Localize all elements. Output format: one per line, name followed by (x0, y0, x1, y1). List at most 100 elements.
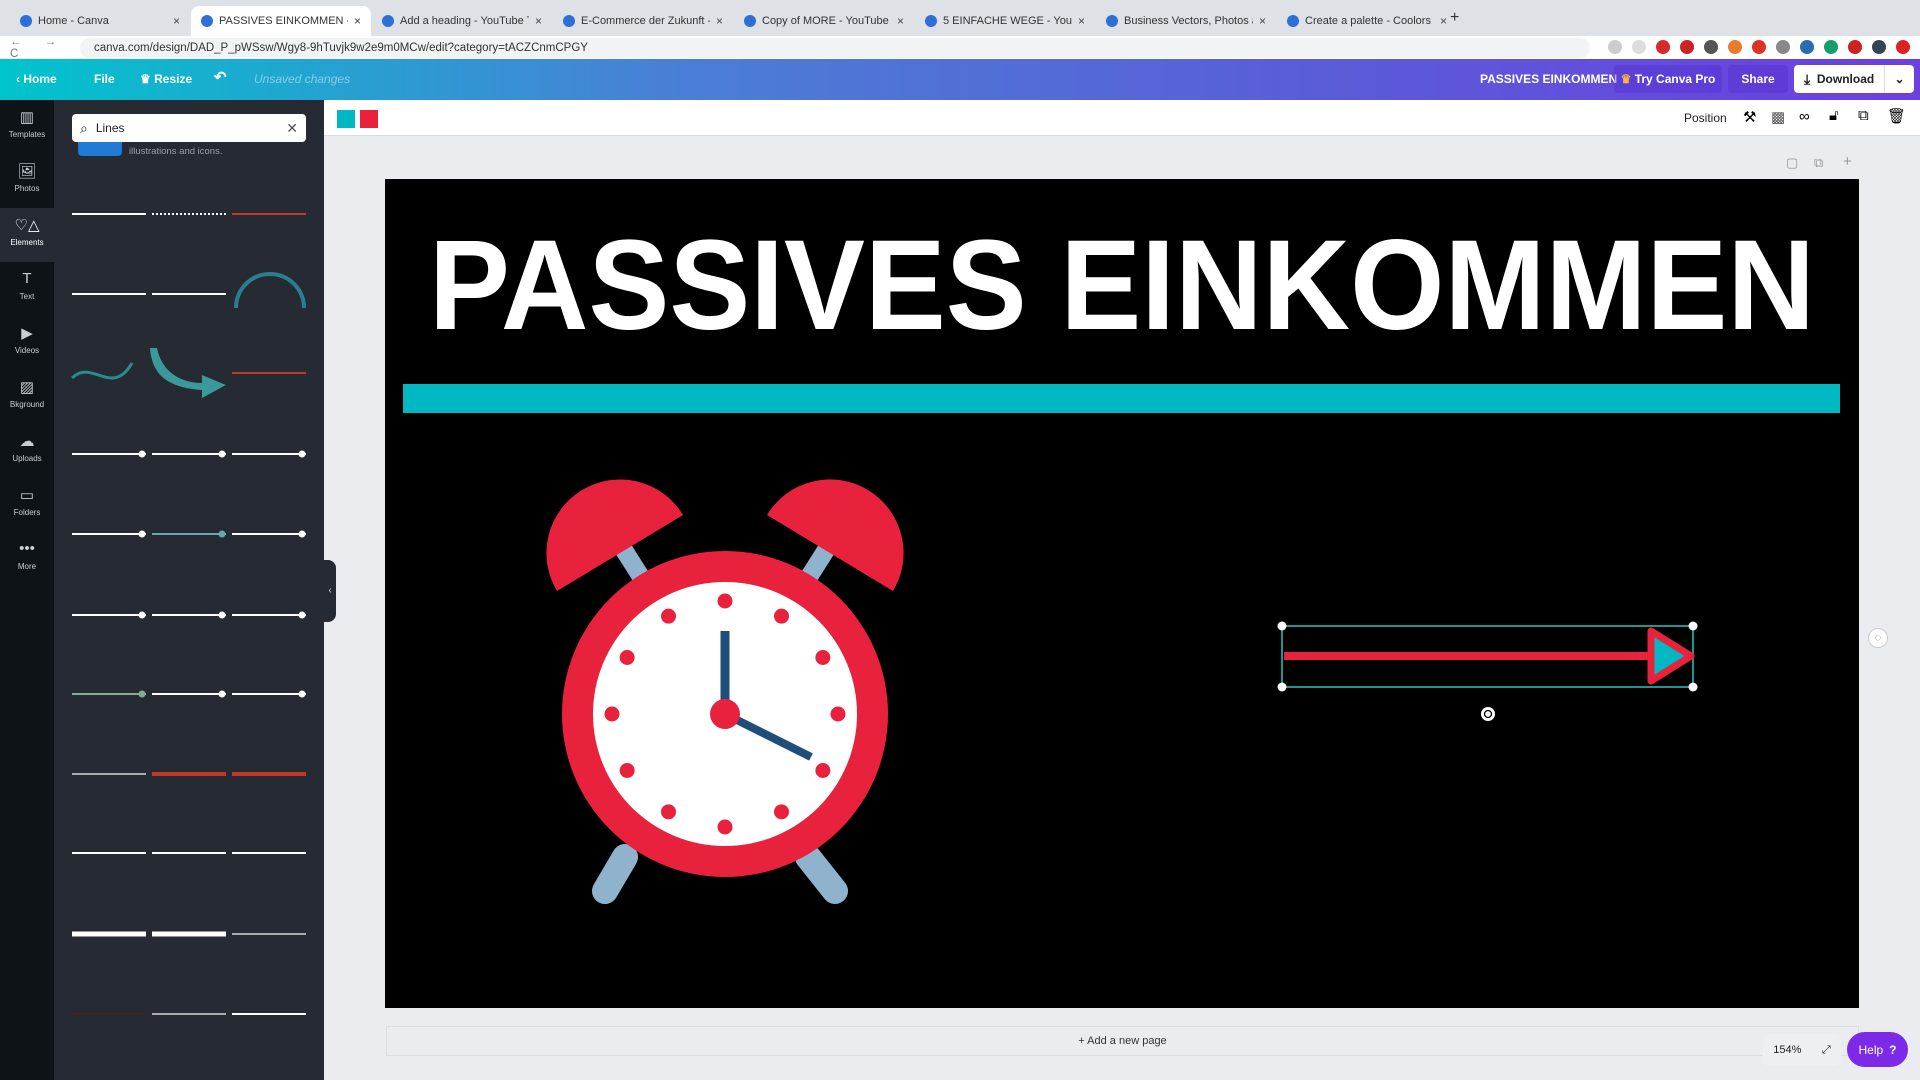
line-element[interactable] (232, 530, 306, 538)
close-tab-icon[interactable]: × (1440, 14, 1447, 28)
teal-bar[interactable] (403, 384, 1840, 413)
home-button[interactable]: ‹ Home (16, 72, 57, 86)
sidebar-item-folders[interactable]: ▭ Folders (0, 478, 54, 532)
file-menu[interactable]: File (94, 72, 115, 86)
sidebar-item-label: Bkground (9, 400, 45, 409)
resize-handle[interactable] (1688, 682, 1698, 692)
favicon-icon (1287, 15, 1299, 27)
design-title[interactable]: PASSIVES EINKOMMEN (1480, 72, 1617, 86)
text-icon: T (22, 270, 32, 287)
sidebar-item-elements[interactable]: ♡△ Elements (0, 208, 54, 262)
download-label: Download (1816, 72, 1875, 86)
paint-roller-icon[interactable]: ⚒ (1743, 108, 1756, 126)
zoom-control[interactable]: 154% ⤢ (1763, 1034, 1841, 1066)
close-tab-icon[interactable]: × (1078, 14, 1085, 28)
resize-button[interactable]: ♛ Resize (140, 72, 192, 86)
try-canva-pro-button[interactable]: ♛ Try Canva Pro (1614, 65, 1722, 93)
color-swatch-red[interactable] (360, 110, 378, 128)
line-element[interactable] (152, 530, 226, 538)
selected-arrow-line[interactable] (1277, 621, 1698, 722)
resize-handle[interactable] (1277, 621, 1287, 631)
sidebar-item-photos[interactable]: 🖼 Photos (0, 154, 54, 208)
line-element[interactable] (234, 272, 306, 309)
browser-tab[interactable]: E-Commerce der Zukunft - You × (553, 6, 733, 36)
add-page-icon[interactable]: + (1843, 153, 1852, 170)
clock-hour-marker (774, 608, 789, 624)
browser-tab[interactable]: PASSIVES EINKOMMEN - YouT × (191, 6, 371, 36)
sidebar-item-bkground[interactable]: ▨ Bkground (0, 370, 54, 424)
line-element[interactable] (232, 611, 306, 619)
close-tab-icon[interactable]: × (535, 14, 542, 28)
transparency-icon[interactable]: ▩ (1771, 108, 1785, 126)
share-button[interactable]: Share (1728, 65, 1788, 93)
line-element[interactable] (152, 611, 226, 619)
photos-icon: 🖼 (17, 163, 37, 180)
extensions (1608, 40, 1910, 54)
line-element[interactable] (72, 611, 146, 619)
sidebar-item-uploads[interactable]: ☁ Uploads (0, 424, 54, 478)
resize-handle[interactable] (1277, 682, 1287, 692)
sidebar-item-templates[interactable]: ▥ Templates (0, 100, 54, 154)
collapse-panel-handle[interactable]: ‹ (324, 560, 336, 622)
undo-icon[interactable]: ↶ (214, 68, 227, 86)
sidebar-item-videos[interactable]: ▶ Videos (0, 316, 54, 370)
side-rail: ▥ Templates 🖼 Photos ♡△ Elements T Text ▶ Videos ▨… (0, 100, 54, 1080)
close-tab-icon[interactable]: × (1259, 14, 1266, 28)
close-tab-icon[interactable]: × (354, 14, 361, 28)
line-element[interactable] (72, 530, 146, 538)
crown-icon: ♛ (1620, 72, 1635, 86)
browser-tab[interactable]: Home - Canva × (10, 6, 190, 36)
line-element[interactable] (72, 690, 146, 698)
browser-tab[interactable]: Business Vectors, Photos and × (1096, 6, 1276, 36)
design-page[interactable]: PASSIVES EINKOMMEN (385, 179, 1859, 1008)
browser-tab[interactable]: Add a heading - YouTube Thum × (372, 6, 552, 36)
line-element[interactable] (72, 450, 146, 458)
sidebar-item-text[interactable]: T Text (0, 262, 54, 316)
templates-icon: ▥ (19, 109, 35, 126)
new-tab-button[interactable]: + (1450, 9, 1459, 27)
sidebar-item-more[interactable]: ••• More (0, 532, 54, 586)
browser-tab[interactable]: Create a palette - Coolors × (1277, 6, 1457, 36)
lock-icon[interactable]: 🔓︎ (1829, 107, 1839, 124)
close-tab-icon[interactable]: × (897, 14, 904, 28)
chevron-down-icon[interactable]: ⌄ (1884, 65, 1914, 93)
link-icon[interactable]: ∞ (1799, 108, 1810, 125)
line-element[interactable] (70, 362, 134, 380)
notes-icon[interactable]: ▢ (1786, 155, 1798, 171)
fullscreen-icon[interactable]: ⤢ (1822, 1044, 1831, 1057)
close-tab-icon[interactable]: × (716, 14, 723, 28)
browser-nav-buttons[interactable]: ← → C (10, 36, 80, 60)
close-tab-icon[interactable]: × (173, 14, 180, 28)
duplicate-icon[interactable]: ⧉ (1858, 107, 1869, 124)
clock-hour-marker (774, 804, 789, 820)
help-icon: ? (1889, 1042, 1897, 1057)
design-title-text[interactable]: PASSIVES EINKOMMEN (429, 214, 1815, 357)
folders-icon: ▭ (19, 487, 35, 504)
position-button[interactable]: Position (1684, 111, 1727, 125)
line-element[interactable] (150, 348, 226, 398)
clock-hour-marker (661, 804, 676, 820)
rotate-handle-icon[interactable] (1481, 707, 1495, 721)
clock-hour-marker (815, 650, 831, 665)
add-new-page-button[interactable]: + Add a new page (386, 1026, 1859, 1056)
trash-icon[interactable]: 🗑︎ (1887, 107, 1906, 125)
object-toolbar: Position ⚒ ▩ ∞ 🔓︎ ⧉ 🗑︎ (324, 100, 1920, 136)
line-element[interactable] (152, 690, 226, 698)
line-element[interactable] (152, 450, 226, 458)
line-element[interactable] (232, 450, 306, 458)
help-button[interactable]: Help? (1847, 1032, 1908, 1067)
tab-title: Business Vectors, Photos and (1124, 15, 1253, 27)
clock-hour-marker (661, 608, 676, 624)
browser-tab[interactable]: Copy of MORE - YouTube Thum × (734, 6, 914, 36)
line-element[interactable] (232, 690, 306, 698)
alarm-clock[interactable] (546, 479, 904, 904)
color-swatch-teal[interactable] (337, 110, 355, 128)
download-button[interactable]: ⤓ Download ⌄ (1794, 65, 1914, 93)
resize-handle[interactable] (1688, 621, 1698, 631)
duplicate-page-icon[interactable]: ⧉ (1814, 155, 1823, 171)
comment-icon[interactable]: ◌ (1868, 628, 1888, 648)
browser-tab[interactable]: 5 EINFACHE WEGE - YouTube × (915, 6, 1095, 36)
elements-icon: ♡△ (14, 217, 40, 234)
url-field[interactable]: canva.com/design/DAD_P_pWSsw/Wgy8-9hTuvj… (80, 37, 1590, 58)
sidebar-item-label: Text (19, 292, 35, 301)
